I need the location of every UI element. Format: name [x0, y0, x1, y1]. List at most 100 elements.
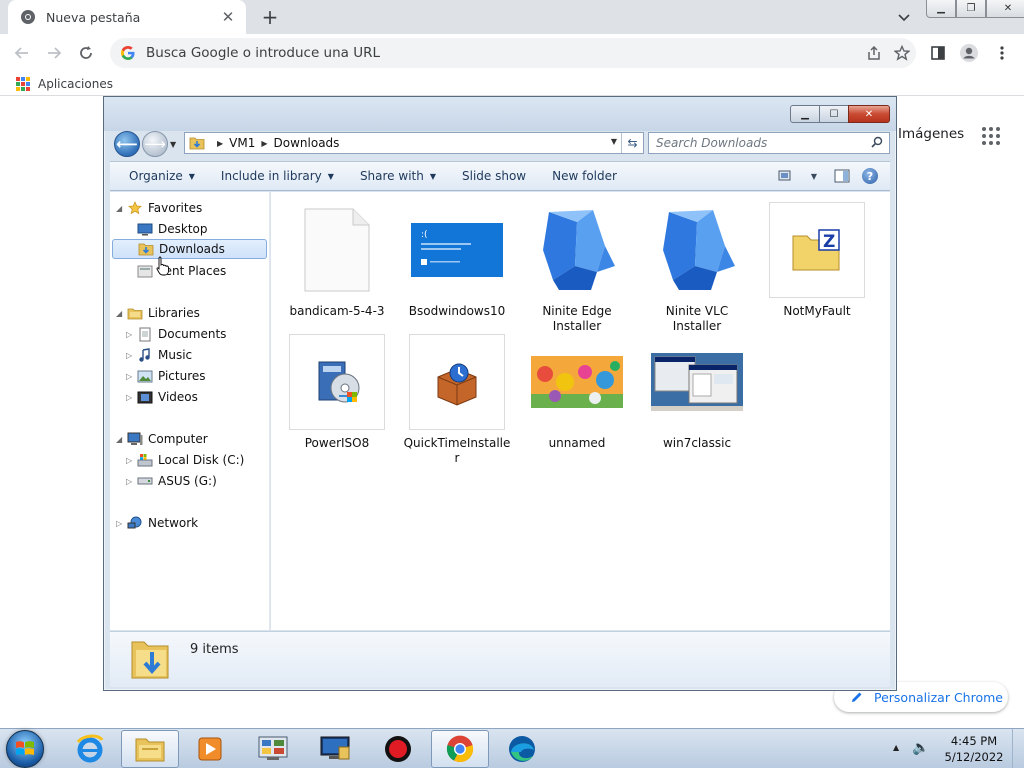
close-button[interactable]: ✕ [986, 0, 1024, 18]
internet-explorer-taskbar-icon[interactable] [61, 730, 119, 768]
nav-recent-places[interactable]: cent Places [126, 261, 226, 281]
collapsed-triangle-icon[interactable]: ▷ [126, 351, 136, 360]
nav-desktop-label: Desktop [158, 222, 208, 236]
network-icon [126, 515, 144, 531]
collapsed-triangle-icon[interactable]: ▷ [116, 519, 126, 528]
show-desktop-button[interactable] [1012, 729, 1024, 768]
file-item[interactable]: :( Bsodwindows10 [402, 202, 512, 319]
customize-chrome-label: Personalizar Chrome [874, 689, 1003, 705]
google-apps-icon[interactable] [982, 127, 1000, 145]
tab-close-icon[interactable]: ✕ [220, 8, 236, 26]
file-item[interactable]: QuickTimeInstaller [402, 334, 512, 466]
file-item[interactable]: Z NotMyFault [762, 202, 872, 319]
windows-explorer-taskbar-icon[interactable] [121, 730, 179, 768]
file-item[interactable]: PowerISO8 [282, 334, 392, 451]
breadcrumb-vm1[interactable]: VM1 [229, 136, 255, 150]
downloads-folder-icon [137, 241, 155, 257]
back-arrow-icon[interactable] [10, 41, 34, 65]
help-button[interactable]: ? [858, 166, 882, 186]
expanded-triangle-icon[interactable]: ◢ [116, 309, 126, 318]
explorer-titlebar[interactable] [104, 97, 896, 131]
system-clock[interactable]: 4:45 PM 5/12/2022 [942, 733, 1006, 765]
start-button[interactable] [6, 730, 44, 768]
collapsed-triangle-icon[interactable]: ▷ [126, 372, 136, 381]
forward-button[interactable]: ⟶ [142, 131, 168, 157]
file-item[interactable]: unnamed [522, 334, 632, 451]
forward-arrow-icon[interactable] [42, 41, 66, 65]
change-view-icon[interactable] [774, 166, 798, 186]
organize-button[interactable]: Organize ▼ [116, 162, 208, 190]
file-item[interactable]: Ninite Edge Installer [522, 202, 632, 334]
include-in-library-button[interactable]: Include in library ▼ [208, 162, 347, 190]
search-downloads-input[interactable]: Search Downloads [648, 132, 890, 154]
new-folder-button[interactable]: New folder [539, 162, 630, 190]
nav-computer[interactable]: ◢ Computer [116, 429, 208, 449]
refresh-icon[interactable]: ⇆ [621, 133, 643, 153]
nav-libraries[interactable]: ◢ Libraries [116, 303, 200, 323]
breadcrumb-downloads[interactable]: Downloads [274, 136, 340, 150]
record-taskbar-icon[interactable] [369, 730, 427, 768]
ninite-crystal-icon [649, 202, 745, 298]
share-icon[interactable] [860, 39, 888, 67]
history-dropdown-icon[interactable]: ▼ [170, 140, 176, 149]
reload-icon[interactable] [74, 41, 98, 65]
omnibox[interactable]: Busca Google o introduce una URL [110, 38, 916, 68]
profile-avatar-icon[interactable] [957, 41, 981, 65]
bookmark-apps-link[interactable]: Aplicaciones [38, 77, 113, 91]
explorer-minimize-button[interactable]: ▁ [790, 105, 820, 123]
nav-asus-drive[interactable]: ▷ ASUS (G:) [126, 471, 217, 491]
restore-button[interactable]: ❐ [956, 0, 986, 18]
nav-desktop[interactable]: Desktop [126, 219, 208, 239]
nav-favorites[interactable]: ◢ Favorites [116, 198, 202, 218]
remote-desktop-taskbar-icon[interactable] [306, 730, 364, 768]
view-dropdown-icon[interactable]: ▼ [802, 166, 826, 186]
collapsed-triangle-icon[interactable]: ▷ [126, 456, 136, 465]
edge-taskbar-icon[interactable] [493, 730, 551, 768]
search-icon[interactable] [871, 136, 889, 151]
nav-downloads[interactable]: Downloads [112, 239, 267, 259]
bookmark-star-icon[interactable] [888, 39, 916, 67]
chrome-taskbar-icon[interactable] [431, 730, 489, 768]
file-item[interactable]: bandicam-5-4-3 [282, 202, 392, 319]
images-link[interactable]: Imágenes [898, 126, 964, 142]
file-item[interactable]: Ninite VLC Installer [642, 202, 752, 334]
nav-local-disk[interactable]: ▷ Local Disk (C:) [126, 450, 244, 470]
breadcrumb-separator-icon[interactable]: ▶ [261, 139, 267, 148]
tab-search-chevron-icon[interactable] [894, 8, 914, 28]
pencil-icon [852, 692, 862, 702]
collapsed-triangle-icon[interactable]: ▷ [126, 477, 136, 486]
apps-grid-icon[interactable] [16, 76, 30, 91]
file-item[interactable]: win7classic [642, 334, 752, 451]
share-with-button[interactable]: Share with ▼ [347, 162, 449, 190]
explorer-maximize-button[interactable]: ☐ [819, 105, 849, 123]
pictures-icon [136, 368, 154, 384]
quicktime-installer-icon [409, 334, 505, 430]
collapsed-triangle-icon[interactable]: ▷ [126, 393, 136, 402]
nav-documents[interactable]: ▷ Documents [126, 324, 226, 344]
address-dropdown-icon[interactable]: ▼ [611, 137, 617, 146]
control-panel-taskbar-icon[interactable] [244, 730, 302, 768]
media-player-taskbar-icon[interactable] [181, 730, 239, 768]
show-hidden-icons-icon[interactable]: ▲ [893, 743, 899, 752]
breadcrumb-separator-icon[interactable]: ▶ [217, 139, 223, 148]
nav-videos[interactable]: ▷ Videos [126, 387, 198, 407]
explorer-close-button[interactable]: ✕ [848, 105, 890, 123]
nav-pictures[interactable]: ▷ Pictures [126, 366, 206, 386]
address-bar[interactable]: ▶ VM1 ▶ Downloads ▼ ⇆ [184, 132, 644, 154]
preview-pane-icon[interactable] [830, 166, 854, 186]
expanded-triangle-icon[interactable]: ◢ [116, 435, 126, 444]
more-menu-icon[interactable] [990, 41, 1014, 65]
file-name: bandicam-5-4-3 [289, 304, 385, 318]
back-button[interactable]: ⟵ [114, 131, 140, 157]
slide-show-button[interactable]: Slide show [449, 162, 539, 190]
minimize-button[interactable]: ▁ [926, 0, 956, 18]
expanded-triangle-icon[interactable]: ◢ [116, 204, 126, 213]
side-panel-icon[interactable] [926, 41, 950, 65]
file-name: Bsodwindows10 [408, 304, 506, 318]
new-tab-button[interactable]: + [258, 5, 282, 29]
nav-music[interactable]: ▷ Music [126, 345, 192, 365]
tab-new-tab[interactable]: Nueva pestaña ✕ [8, 0, 246, 34]
volume-icon[interactable]: 🔈 [912, 740, 929, 756]
nav-network[interactable]: ▷ Network [116, 513, 198, 533]
collapsed-triangle-icon[interactable]: ▷ [126, 330, 136, 339]
